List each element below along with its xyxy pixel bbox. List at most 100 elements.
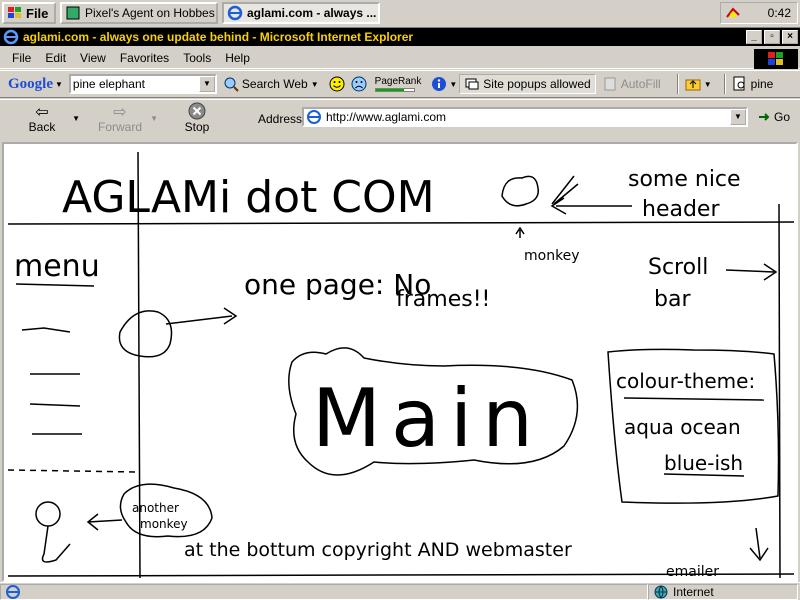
stop-button[interactable]: Stop: [165, 102, 229, 138]
google-toolbar: Google ▼ pine elephant ▼ Search Web ▼ Pa…: [0, 70, 800, 98]
task-label: aglami.com - always ...: [247, 6, 377, 20]
chevron-down-icon[interactable]: ▼: [72, 114, 80, 123]
back-button[interactable]: ⇦ Back ▼: [10, 102, 80, 138]
sketch-blob: [118, 310, 173, 358]
footer-note: at the bottum copyright AND webmaster: [184, 539, 572, 561]
autofill-button[interactable]: AutoFill: [602, 76, 661, 92]
window-title: aglami.com - always one update behind - …: [23, 30, 414, 44]
address-input[interactable]: http://www.aglami.com ▼: [302, 107, 748, 127]
smiley-sad-icon[interactable]: [351, 76, 367, 92]
colour-theme-line3: blue-ish: [664, 451, 743, 475]
colour-theme-line2: aqua ocean: [624, 415, 741, 439]
window-title-bar[interactable]: aglami.com - always one update behind - …: [0, 28, 800, 46]
forward-button[interactable]: ⇨ Forward ▼: [88, 102, 158, 138]
task-agent-window[interactable]: Pixel's Agent on Hobbes - [...: [60, 2, 218, 24]
ie-throbber: [754, 49, 798, 69]
stop-icon: [188, 102, 206, 120]
monkey-doodle: [501, 175, 539, 207]
menu-item-sketch: [21, 327, 71, 333]
start-button[interactable]: File: [2, 2, 56, 24]
sketch-menu-label: menu: [14, 249, 100, 284]
go-arrow-icon: [759, 113, 770, 121]
forward-arrow-icon: ⇨: [113, 104, 127, 121]
minimize-button[interactable]: _: [746, 30, 762, 44]
restore-button[interactable]: ▫: [764, 30, 780, 44]
toolbar-separator: [723, 74, 726, 94]
chevron-down-icon[interactable]: ▼: [198, 76, 215, 92]
stop-label: Stop: [184, 120, 210, 134]
chevron-down-icon[interactable]: ▼: [730, 109, 746, 125]
info-icon[interactable]: [431, 76, 447, 92]
status-text-cell: [0, 583, 648, 600]
another-monkey-line1: another: [132, 501, 179, 515]
menu-file[interactable]: File: [12, 51, 31, 65]
close-button[interactable]: ×: [782, 30, 798, 44]
task-label: Pixel's Agent on Hobbes - [...: [85, 6, 216, 20]
menu-item-sketch: [29, 403, 81, 407]
footer-down-arrow: [749, 527, 769, 562]
menu-view[interactable]: View: [80, 51, 106, 65]
google-logo[interactable]: Google: [8, 76, 53, 93]
highlight-term-button[interactable]: pine: [732, 76, 773, 92]
monkey-pointer-arrow: [515, 226, 525, 238]
search-web-label: Search Web: [241, 77, 308, 91]
pagerank-fill: [375, 89, 405, 91]
monkey-note: monkey: [524, 248, 580, 264]
search-web-button[interactable]: Search Web ▼: [223, 76, 319, 92]
scroll-note-line1: Scroll: [648, 255, 708, 280]
scroll-note-line2: bar: [654, 287, 691, 312]
folder-up-icon[interactable]: [685, 76, 701, 92]
address-label: Address: [258, 112, 303, 126]
main-label: Main: [312, 372, 543, 465]
menu-favorites[interactable]: Favorites: [120, 51, 169, 65]
scroll-note-arrow: [725, 263, 778, 281]
chevron-down-icon[interactable]: ▼: [449, 80, 457, 89]
header-note-line1: some nice: [628, 167, 741, 192]
chevron-down-icon[interactable]: ▼: [150, 114, 158, 123]
menu-bottom-dashed-line: [7, 469, 139, 473]
another-monkey-body: [41, 525, 71, 563]
system-tray: 0:42: [720, 2, 798, 24]
sketch-drawing: AGLAMi dot COM some nice header monkey m…: [7, 151, 795, 580]
go-button[interactable]: Go: [756, 109, 790, 125]
google-search-input[interactable]: pine elephant ▼: [68, 74, 217, 94]
colour-theme-line1: colour-theme:: [616, 369, 755, 393]
popup-blocker-button[interactable]: Site popups allowed: [459, 74, 596, 94]
chevron-down-icon[interactable]: ▼: [704, 80, 712, 89]
smiley-happy-icon[interactable]: [329, 76, 345, 92]
google-menu-arrow-icon[interactable]: ▼: [55, 80, 63, 89]
address-url: http://www.aglami.com: [326, 110, 447, 124]
menu-tools[interactable]: Tools: [183, 51, 211, 65]
zone-label: Internet: [673, 584, 714, 599]
pagerank-bar: [374, 88, 415, 92]
network-icon[interactable]: [725, 5, 741, 21]
menu-help[interactable]: Help: [225, 51, 250, 65]
menu-edit[interactable]: Edit: [45, 51, 66, 65]
popup-window-icon: [465, 78, 479, 90]
status-bar: Internet: [0, 582, 800, 600]
menu-underline: [15, 283, 95, 287]
ie-icon: [227, 5, 243, 21]
header-arrow: [550, 175, 632, 215]
ie-icon: [3, 29, 19, 45]
pagerank-indicator[interactable]: PageRank: [374, 76, 421, 92]
windows-flag-icon: [768, 52, 783, 65]
popups-label: Site popups allowed: [483, 77, 591, 91]
page-icon: [307, 110, 321, 124]
page-status-icon: [6, 584, 20, 599]
autofill-icon: [604, 77, 616, 91]
another-monkey-line2: monkey: [140, 517, 188, 531]
search-web-icon: [224, 77, 239, 92]
page-viewport[interactable]: AGLAMi dot COM some nice header monkey m…: [2, 142, 798, 582]
security-zone-cell: Internet: [648, 583, 798, 600]
back-label: Back: [28, 120, 56, 134]
toolbar-separator: [676, 74, 679, 94]
taskbar: File Pixel's Agent on Hobbes - [... agla…: [0, 0, 800, 28]
clock: 0:42: [767, 6, 791, 20]
one-page-note-line2: frames!!: [396, 287, 490, 312]
menu-bar: File Edit View Favorites Tools Help: [0, 47, 800, 69]
chevron-down-icon[interactable]: ▼: [311, 80, 319, 89]
another-monkey-arrow: [86, 513, 123, 531]
task-ie-window[interactable]: aglami.com - always ...: [222, 2, 380, 24]
forward-label: Forward: [97, 120, 142, 134]
